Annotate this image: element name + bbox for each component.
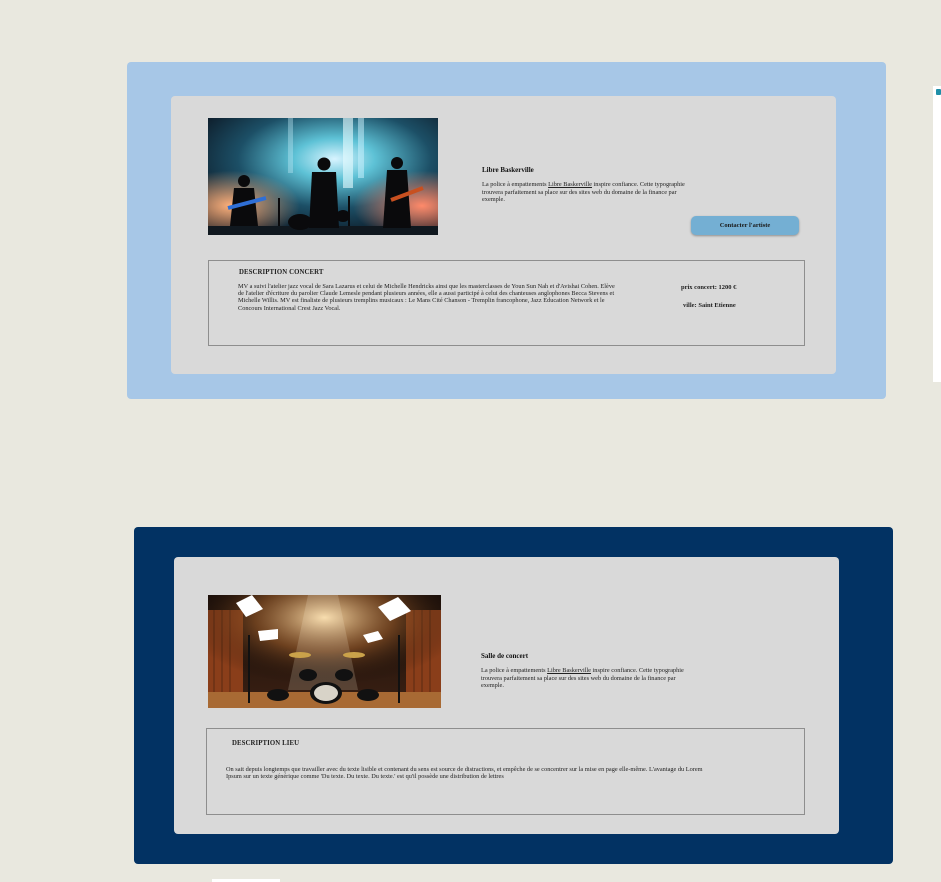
concert-city: ville: Saint Etienne — [683, 302, 736, 309]
concert-band-image — [208, 118, 438, 235]
scrollbar-indicator-icon — [936, 89, 941, 95]
contact-artist-button[interactable]: Contacter l'artiste — [691, 216, 799, 235]
venue-card: Salle de concert La police à empattement… — [174, 557, 839, 834]
concert-band-photo-icon — [208, 118, 438, 235]
description-text: La police à empattements — [481, 667, 548, 674]
venue-description: La police à empattements Libre Baskervil… — [481, 667, 686, 690]
venue-title: Salle de concert — [481, 652, 529, 660]
venue-description-box: DESCRIPTION LIEU On sait depuis longtemp… — [206, 728, 805, 815]
description-text: La police à empattements — [482, 181, 549, 188]
section-text: On sait depuis longtemps que travailler … — [226, 766, 703, 781]
font-link[interactable]: Libre Baskerville — [547, 667, 591, 674]
font-link[interactable]: Libre Baskerville — [548, 181, 592, 188]
stage-drums-image — [208, 595, 441, 708]
scrollbar-edge[interactable] — [933, 86, 941, 382]
card-title: Libre Baskerville — [482, 166, 534, 174]
section-text: MV a suivi l'atelier jazz vocal de Sara … — [238, 283, 615, 312]
artist-card: Libre Baskerville La police à empattemen… — [171, 96, 836, 374]
concert-price: prix concert: 1200 € — [681, 284, 737, 291]
section-title: DESCRIPTION LIEU — [232, 740, 300, 747]
stage-drums-photo-icon — [208, 595, 441, 708]
concert-description-box: DESCRIPTION CONCERT MV a suivi l'atelier… — [208, 260, 805, 346]
card-description: La police à empattements Libre Baskervil… — [482, 181, 687, 204]
section-title: DESCRIPTION CONCERT — [239, 269, 324, 276]
